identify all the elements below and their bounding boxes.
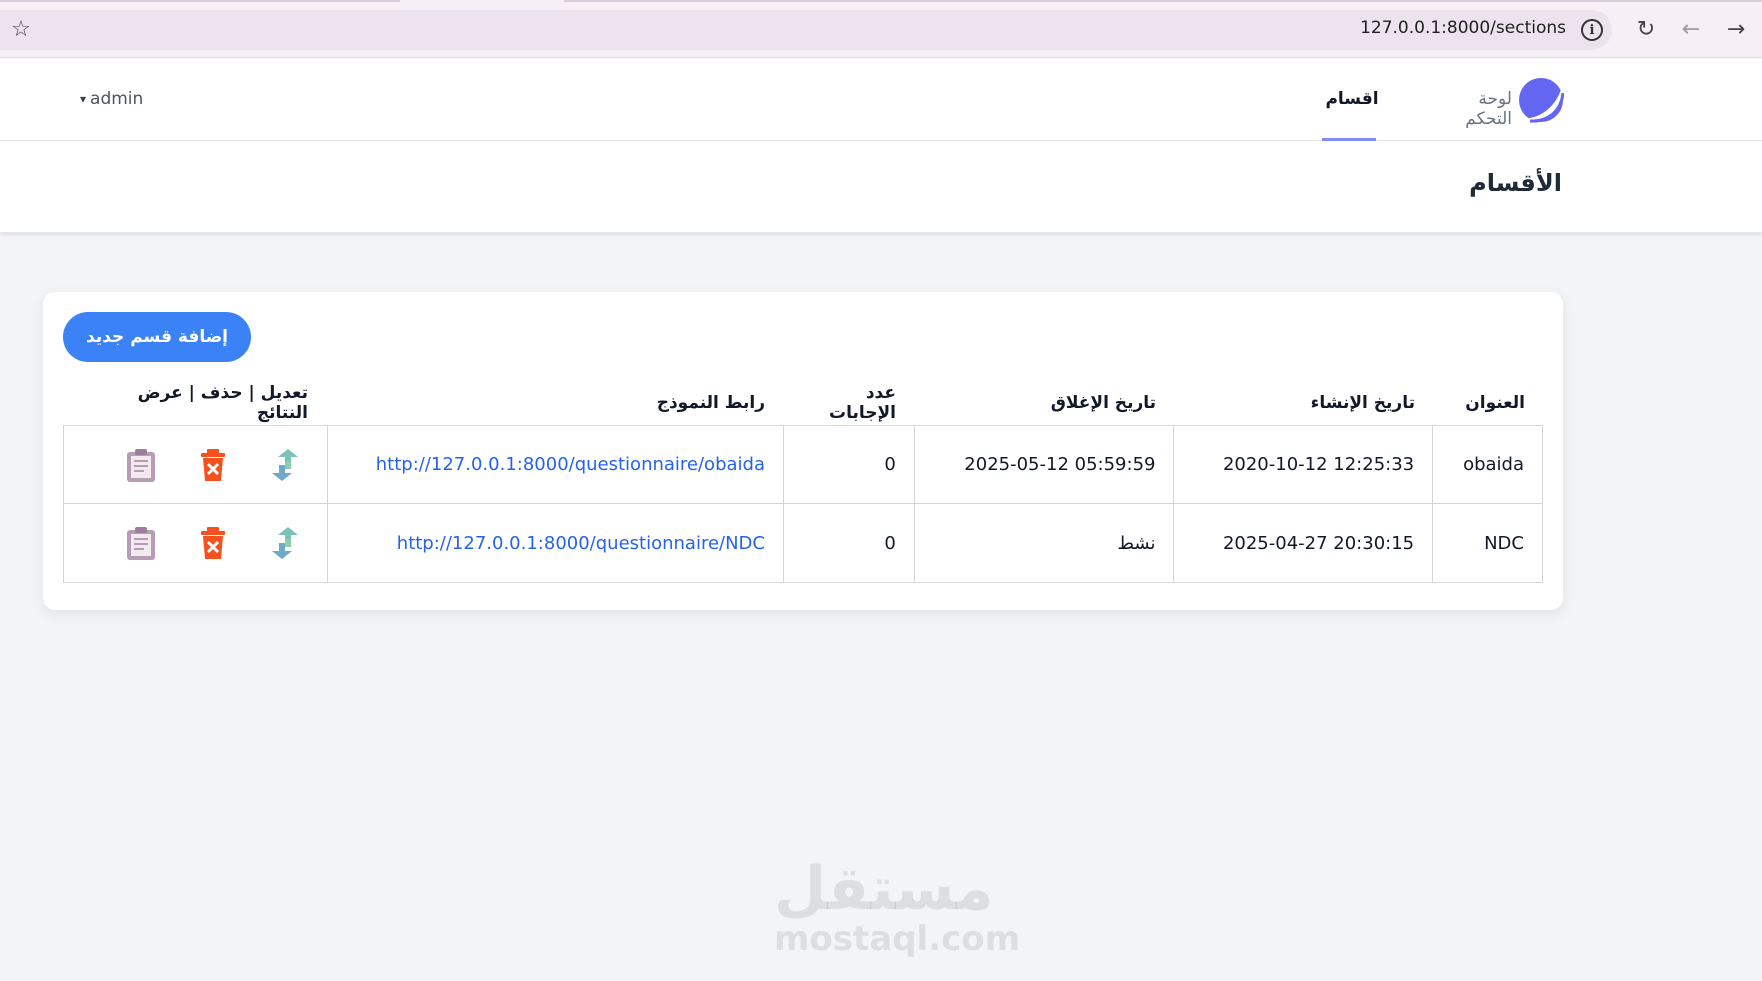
cell-link: http://127.0.0.1:8000/questionnaire/NDC [326,504,783,582]
watermark: مستقل mostaql.com [774,854,1021,959]
cell-count: 0 [782,504,914,582]
table-row: obaida 2020-10-12 12:25:33 2025-05-12 05… [63,425,1543,504]
cell-actions [64,426,327,503]
cell-created: 2020-10-12 12:25:33 [1173,426,1432,503]
site-info-icon[interactable]: i [1581,19,1603,41]
header-title: العنوان [1465,392,1525,413]
sections-table: العنوان تاريخ الإنشاء تاريخ الإغلاق عدد … [63,380,1543,583]
edit-arrows-icon[interactable] [268,525,302,561]
delete-trash-icon[interactable] [196,447,230,483]
table-header-row: العنوان تاريخ الإنشاء تاريخ الإغلاق عدد … [63,380,1543,425]
top-navbar: لوحة التحكم اقسام ▾ admin [0,59,1762,141]
cell-count: 0 [782,426,914,503]
app-logo-icon[interactable] [1518,77,1564,123]
sections-card: إضافة قسم جديد العنوان تاريخ الإنشاء تار… [43,292,1563,610]
questionnaire-link[interactable]: http://127.0.0.1:8000/questionnaire/NDC [397,533,765,554]
page-header: الأقسام [0,141,1762,233]
header-link: رابط النموذج [656,392,765,413]
chevron-down-icon: ▾ [80,92,87,106]
view-results-icon[interactable] [124,525,158,561]
tab-strip [0,0,1762,3]
reload-icon[interactable]: ↻ [1633,16,1659,42]
cell-actions [64,504,327,582]
nav-dashboard-link[interactable]: لوحة التحكم [1428,89,1512,129]
add-section-button[interactable]: إضافة قسم جديد [63,312,251,362]
cell-title: NDC [1432,504,1542,582]
cell-link: http://127.0.0.1:8000/questionnaire/obai… [326,426,783,503]
bookmark-star-icon[interactable]: ☆ [8,16,34,42]
delete-trash-icon[interactable] [196,525,230,561]
user-menu[interactable]: ▾ admin [80,89,143,109]
watermark-latin: mostaql.com [774,919,1021,959]
header-count: عدد الإجابات [829,382,896,423]
cell-closed: نشط [913,504,1174,582]
back-arrow-icon[interactable]: ← [1678,16,1704,42]
user-name: admin [90,89,144,109]
header-actions: تعديل | حذف | عرض النتائج [137,382,308,423]
watermark-arabic: مستقل [774,854,994,924]
edit-arrows-icon[interactable] [268,447,302,483]
cell-created: 2025-04-27 20:30:15 [1173,504,1432,582]
forward-arrow-icon[interactable]: → [1723,16,1749,42]
cell-closed: 2025-05-12 05:59:59 [913,426,1174,503]
header-created: تاريخ الإنشاء [1310,392,1415,413]
cell-title: obaida [1432,426,1542,503]
header-closed: تاريخ الإغلاق [1050,392,1156,413]
page-title: الأقسام [1469,169,1562,197]
questionnaire-link[interactable]: http://127.0.0.1:8000/questionnaire/obai… [376,454,765,475]
view-results-icon[interactable] [124,447,158,483]
url-text[interactable]: 127.0.0.1:8000/sections [1360,18,1566,38]
nav-sections-link[interactable]: اقسام [1320,89,1384,109]
browser-toolbar: ☆ 127.0.0.1:8000/sections i ↻ ← → [0,0,1762,58]
table-row: NDC 2025-04-27 20:30:15 نشط 0 http://127… [63,504,1543,583]
